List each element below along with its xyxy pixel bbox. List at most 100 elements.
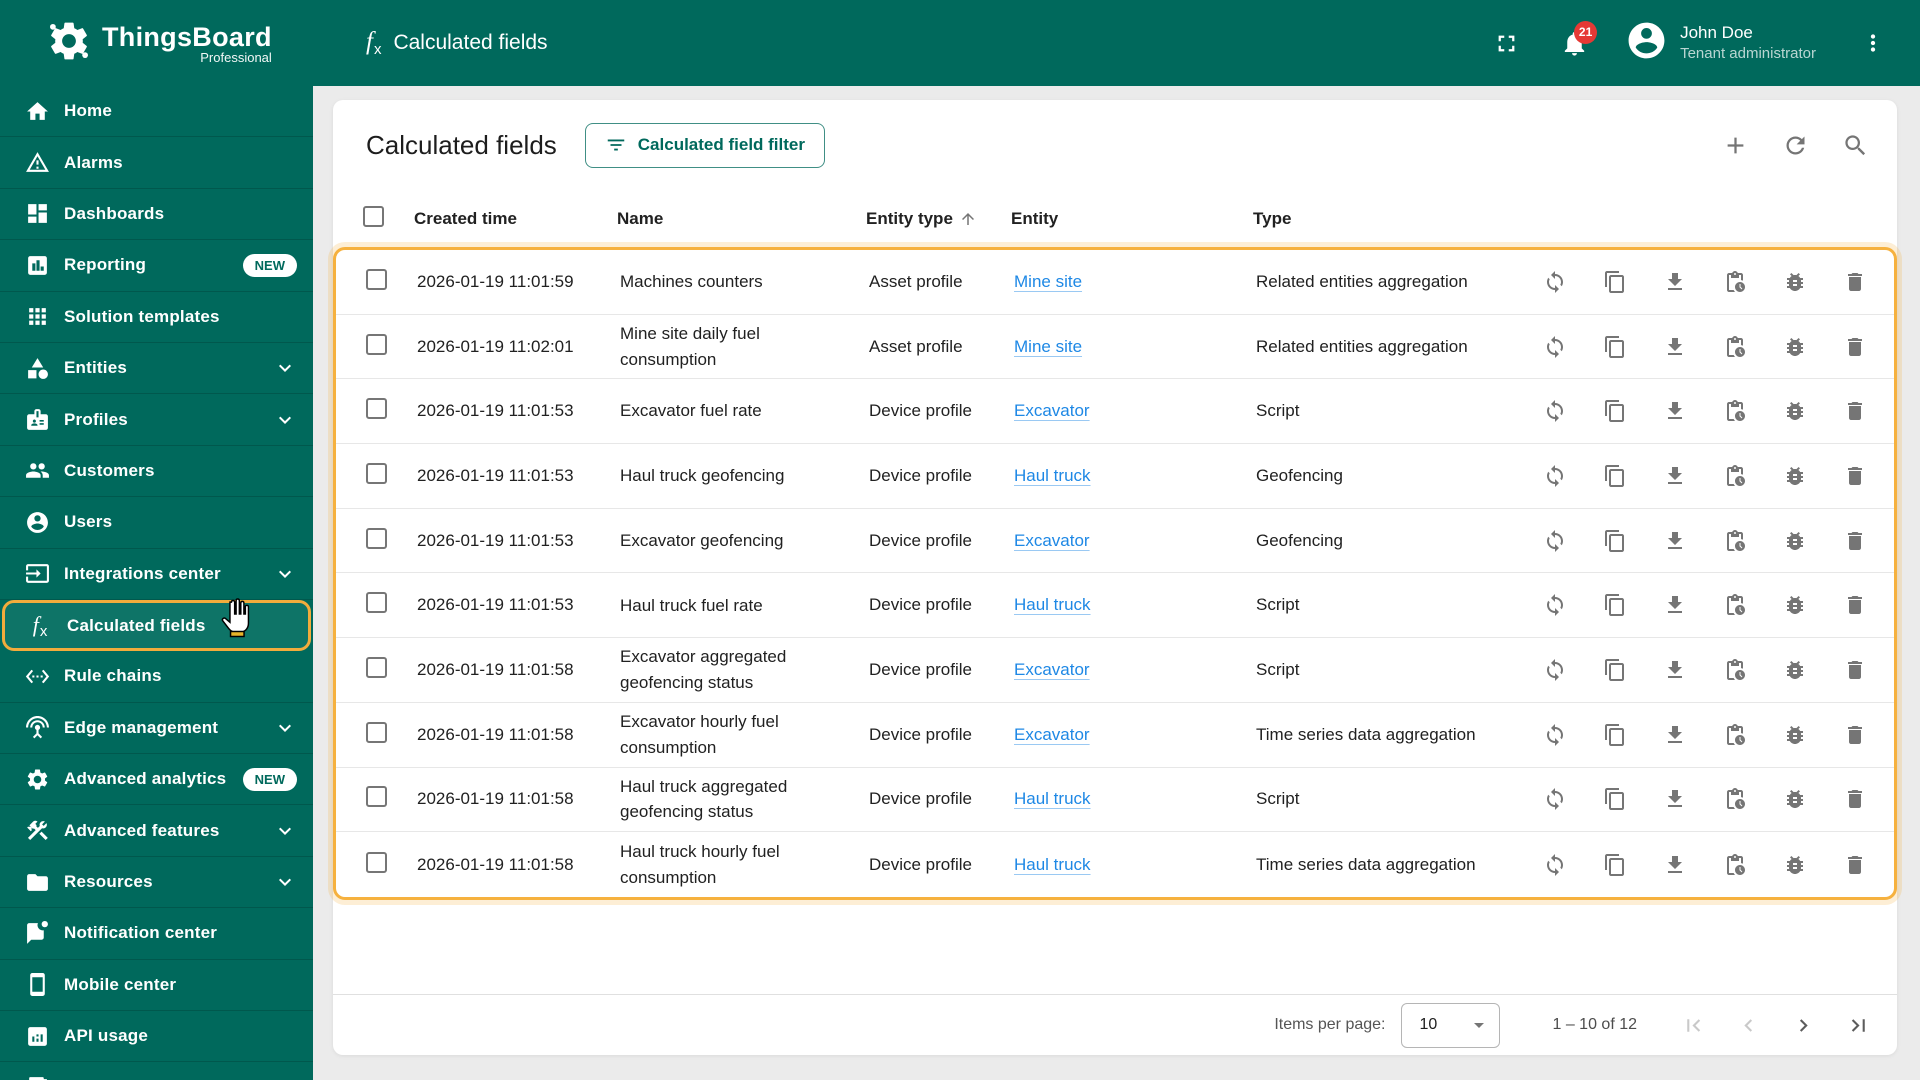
sidebar-item-users[interactable]: Users [0, 497, 313, 549]
events-button[interactable] [1723, 464, 1747, 488]
copy-button[interactable] [1603, 270, 1627, 294]
reprocess-button[interactable] [1543, 399, 1567, 423]
debug-button[interactable] [1783, 399, 1807, 423]
sidebar-item-edge-management[interactable]: Edge management [0, 703, 313, 755]
reprocess-button[interactable] [1543, 853, 1567, 877]
events-button[interactable] [1723, 335, 1747, 359]
entity-link[interactable]: Mine site [1014, 272, 1082, 291]
sidebar-item-notification-center[interactable]: Notification center [0, 908, 313, 960]
sidebar-item-reporting[interactable]: Reporting NEW [0, 240, 313, 292]
download-button[interactable] [1663, 335, 1687, 359]
events-button[interactable] [1723, 399, 1747, 423]
download-button[interactable] [1663, 399, 1687, 423]
delete-button[interactable] [1843, 270, 1867, 294]
entity-link[interactable]: Haul truck [1014, 855, 1091, 874]
events-button[interactable] [1723, 723, 1747, 747]
download-button[interactable] [1663, 658, 1687, 682]
entity-link[interactable]: Haul truck [1014, 466, 1091, 485]
sidebar-item-mobile-center[interactable]: Mobile center [0, 960, 313, 1012]
copy-button[interactable] [1603, 399, 1627, 423]
row-checkbox[interactable] [366, 268, 387, 290]
events-button[interactable] [1723, 787, 1747, 811]
sidebar-item-white-labeling[interactable]: White labeling [0, 1062, 313, 1080]
entity-link[interactable]: Excavator [1014, 531, 1090, 550]
column-header-name[interactable]: Name [617, 209, 866, 229]
table-row[interactable]: 2026-01-19 11:01:53 Haul truck fuel rate D… [336, 573, 1894, 639]
debug-button[interactable] [1783, 787, 1807, 811]
reprocess-button[interactable] [1543, 593, 1567, 617]
row-checkbox[interactable] [366, 527, 387, 549]
reprocess-button[interactable] [1543, 787, 1567, 811]
sidebar-item-entities[interactable]: Entities [0, 343, 313, 395]
debug-button[interactable] [1783, 270, 1807, 294]
row-checkbox[interactable] [366, 656, 387, 678]
next-page-button[interactable] [1791, 1013, 1816, 1038]
sidebar-item-advanced-features[interactable]: Advanced features [0, 805, 313, 857]
debug-button[interactable] [1783, 658, 1807, 682]
delete-button[interactable] [1843, 399, 1867, 423]
search-button[interactable] [1842, 132, 1869, 159]
entity-link[interactable]: Excavator [1014, 401, 1090, 420]
download-button[interactable] [1663, 464, 1687, 488]
user-info[interactable]: John Doe Tenant administrator [1680, 22, 1816, 64]
sidebar-item-advanced-analytics[interactable]: Advanced analytics NEW [0, 754, 313, 806]
reprocess-button[interactable] [1543, 658, 1567, 682]
sidebar-item-customers[interactable]: Customers [0, 446, 313, 498]
previous-page-button[interactable] [1736, 1013, 1761, 1038]
copy-button[interactable] [1603, 853, 1627, 877]
entity-link[interactable]: Excavator [1014, 725, 1090, 744]
fullscreen-button[interactable] [1493, 30, 1520, 57]
first-page-button[interactable] [1681, 1013, 1706, 1038]
copy-button[interactable] [1603, 723, 1627, 747]
sidebar-item-calculated-fields[interactable]: fx Calculated fields [2, 599, 311, 652]
copy-button[interactable] [1603, 529, 1627, 553]
row-checkbox[interactable] [366, 721, 387, 743]
reprocess-button[interactable] [1543, 335, 1567, 359]
events-button[interactable] [1723, 853, 1747, 877]
sidebar-item-resources[interactable]: Resources [0, 857, 313, 909]
debug-button[interactable] [1783, 529, 1807, 553]
events-button[interactable] [1723, 529, 1747, 553]
debug-button[interactable] [1783, 593, 1807, 617]
add-button[interactable] [1722, 132, 1749, 159]
last-page-button[interactable] [1846, 1013, 1871, 1038]
refresh-button[interactable] [1782, 132, 1809, 159]
delete-button[interactable] [1843, 723, 1867, 747]
more-menu-button[interactable] [1860, 30, 1886, 56]
user-avatar[interactable] [1625, 19, 1668, 67]
sidebar-item-api-usage[interactable]: API usage [0, 1011, 313, 1063]
row-checkbox[interactable] [366, 398, 387, 420]
row-checkbox[interactable] [366, 592, 387, 614]
delete-button[interactable] [1843, 529, 1867, 553]
table-row[interactable]: 2026-01-19 11:01:58 Excavator aggregated … [336, 638, 1894, 703]
thingsboard-brand[interactable]: ThingsBoard Professional [0, 18, 313, 69]
copy-button[interactable] [1603, 787, 1627, 811]
events-button[interactable] [1723, 593, 1747, 617]
events-button[interactable] [1723, 270, 1747, 294]
select-all-checkbox[interactable] [363, 205, 384, 227]
download-button[interactable] [1663, 853, 1687, 877]
row-checkbox[interactable] [366, 462, 387, 484]
table-row[interactable]: 2026-01-19 11:01:59 Machines counters Asse… [336, 250, 1894, 315]
copy-button[interactable] [1603, 593, 1627, 617]
sidebar-item-solution-templates[interactable]: Solution templates [0, 292, 313, 343]
copy-button[interactable] [1603, 335, 1627, 359]
entity-link[interactable]: Haul truck [1014, 595, 1091, 614]
table-row[interactable]: 2026-01-19 11:01:58 Haul truck hourly fue… [336, 832, 1894, 897]
download-button[interactable] [1663, 270, 1687, 294]
row-checkbox[interactable] [366, 786, 387, 808]
debug-button[interactable] [1783, 464, 1807, 488]
sidebar-item-home[interactable]: Home [0, 86, 313, 138]
delete-button[interactable] [1843, 593, 1867, 617]
sidebar-item-integrations-center[interactable]: Integrations center [0, 549, 313, 600]
entity-link[interactable]: Haul truck [1014, 789, 1091, 808]
debug-button[interactable] [1783, 335, 1807, 359]
reprocess-button[interactable] [1543, 270, 1567, 294]
download-button[interactable] [1663, 723, 1687, 747]
sidebar-item-profiles[interactable]: Profiles [0, 394, 313, 446]
reprocess-button[interactable] [1543, 464, 1567, 488]
entity-link[interactable]: Excavator [1014, 660, 1090, 679]
column-header-type[interactable]: Type [1253, 209, 1540, 229]
reprocess-button[interactable] [1543, 723, 1567, 747]
sidebar-item-rule-chains[interactable]: Rule chains [0, 651, 313, 703]
